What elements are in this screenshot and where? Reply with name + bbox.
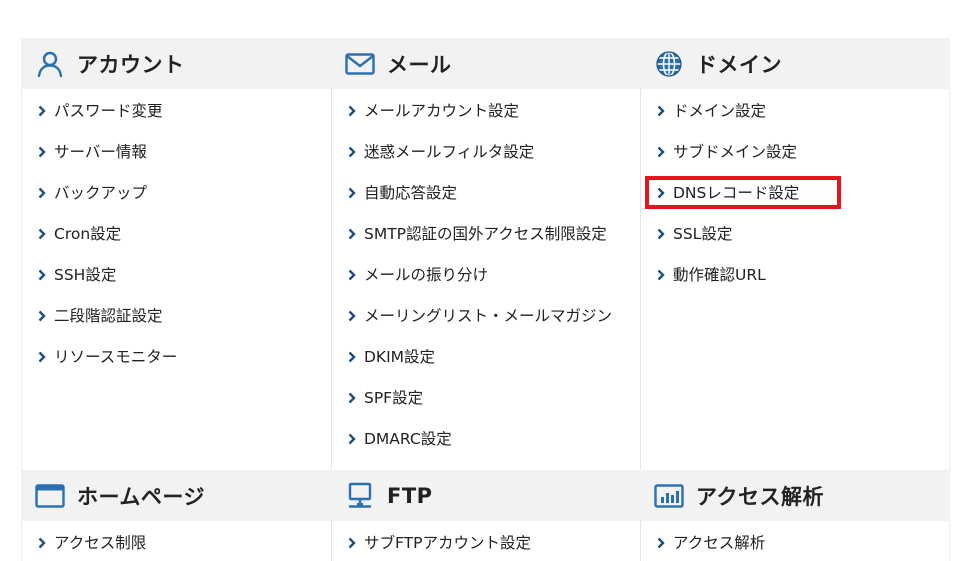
menu-item-label: 二段階認証設定 [54,307,163,325]
globe-icon [654,49,684,79]
menu-item-resource-monitor[interactable]: リソースモニター [22,347,331,388]
menu-item-label: リソースモニター [54,348,178,366]
menu-item-domain-settings[interactable]: ドメイン設定 [641,101,949,142]
section-title-access-analysis: アクセス解析 [696,484,824,509]
bar-chart-icon [654,481,684,511]
menu-item-ssl-settings[interactable]: SSL設定 [641,224,949,265]
menu-item-dmarc-settings[interactable]: DMARC設定 [332,429,640,470]
control-panel-menu: アカウント メール ドメイン パスワード変更 サーバー情報 バックアップ Cro… [21,38,950,561]
menu-item-label: DNSレコード設定 [673,184,800,202]
chevron-right-icon [347,185,357,201]
chevron-right-icon [656,267,666,283]
section-title-mail: メール [387,52,452,77]
chevron-right-icon [37,185,47,201]
menu-item-ssh-settings[interactable]: SSH設定 [22,265,331,306]
domain-menu-list: ドメイン設定 サブドメイン設定 DNSレコード設定 SSL設定 動作確認URL [640,89,950,470]
chevron-right-icon [347,535,357,551]
menu-item-server-info[interactable]: サーバー情報 [22,142,331,183]
section-title-domain: ドメイン [696,52,782,77]
chevron-right-icon [37,308,47,324]
menu-item-label: DKIM設定 [364,348,436,366]
chevron-right-icon [347,267,357,283]
chevron-right-icon [347,390,357,406]
menu-item-label: パスワード変更 [54,102,163,120]
menu-item-label: アクセス制限 [54,534,147,552]
section-title-ftp: FTP [387,483,433,508]
chevron-right-icon [656,103,666,119]
menu-item-label: SPF設定 [364,389,424,407]
user-icon [35,49,65,79]
menu-item-smtp-foreign-access[interactable]: SMTP認証の国外アクセス制限設定 [332,224,640,265]
section-header-domain: ドメイン [640,38,950,89]
menu-item-backup[interactable]: バックアップ [22,183,331,224]
menu-item-label: メールアカウント設定 [364,102,520,120]
menu-item-label: メーリングリスト・メールマガジン [364,307,613,325]
menu-item-cron-settings[interactable]: Cron設定 [22,224,331,265]
menu-item-spam-filter[interactable]: 迷惑メールフィルタ設定 [332,142,640,183]
envelope-icon [345,49,375,79]
chevron-right-icon [37,144,47,160]
section-header-ftp: FTP [331,470,640,521]
menu-item-label: バックアップ [54,184,148,202]
chevron-right-icon [347,144,357,160]
menu-item-mail-account-settings[interactable]: メールアカウント設定 [332,101,640,142]
chevron-right-icon [656,185,666,201]
chevron-right-icon [37,103,47,119]
chevron-right-icon [37,349,47,365]
menu-item-label: メールの振り分け [364,266,489,284]
menu-item-label: サーバー情報 [54,143,147,161]
section-title-account: アカウント [77,52,185,77]
menu-item-label: DMARC設定 [364,430,452,448]
menu-item-sub-ftp-account[interactable]: サブFTPアカウント設定 [332,533,640,561]
menu-item-auto-reply[interactable]: 自動応答設定 [332,183,640,224]
monitor-icon [345,481,375,511]
menu-item-label: 動作確認URL [673,266,766,284]
mail-menu-list: メールアカウント設定 迷惑メールフィルタ設定 自動応答設定 SMTP認証の国外ア… [331,89,640,470]
menu-item-label: アクセス解析 [673,534,766,552]
section-header-homepage: ホームページ [21,470,331,521]
chevron-right-icon [656,535,666,551]
access-analysis-menu-list: アクセス解析 [640,521,950,561]
account-menu-list: パスワード変更 サーバー情報 バックアップ Cron設定 SSH設定 二段階認証… [21,89,331,470]
chevron-right-icon [347,308,357,324]
menu-item-mailing-list[interactable]: メーリングリスト・メールマガジン [332,306,640,347]
menu-item-test-url[interactable]: 動作確認URL [641,265,949,306]
homepage-menu-list: アクセス制限 [21,521,331,561]
menu-item-label: ドメイン設定 [673,102,767,120]
chevron-right-icon [37,267,47,283]
menu-item-label: サブドメイン設定 [673,143,798,161]
menu-item-label: SSL設定 [673,225,733,243]
menu-item-mail-sorting[interactable]: メールの振り分け [332,265,640,306]
chevron-right-icon [37,226,47,242]
chevron-right-icon [37,535,47,551]
chevron-right-icon [347,431,357,447]
section-header-mail: メール [331,38,640,89]
menu-item-spf-settings[interactable]: SPF設定 [332,388,640,429]
section-header-account: アカウント [21,38,331,89]
chevron-right-icon [347,103,357,119]
menu-item-label: 自動応答設定 [364,184,458,202]
ftp-menu-list: サブFTPアカウント設定 [331,521,640,561]
menu-item-dns-record-settings[interactable]: DNSレコード設定 [641,176,949,224]
chevron-right-icon [656,144,666,160]
menu-item-label: サブFTPアカウント設定 [364,534,531,552]
chevron-right-icon [347,349,357,365]
menu-item-two-factor-auth[interactable]: 二段階認証設定 [22,306,331,347]
menu-item-label: SSH設定 [54,266,117,284]
chevron-right-icon [347,226,357,242]
browser-window-icon [35,481,65,511]
menu-item-label: 迷惑メールフィルタ設定 [364,143,535,161]
menu-item-label: SMTP認証の国外アクセス制限設定 [364,225,607,243]
menu-item-label: Cron設定 [54,225,122,243]
menu-item-access-analysis[interactable]: アクセス解析 [641,533,949,561]
menu-item-password-change[interactable]: パスワード変更 [22,101,331,142]
section-title-homepage: ホームページ [77,484,205,509]
menu-item-access-restriction[interactable]: アクセス制限 [22,533,331,561]
chevron-right-icon [656,226,666,242]
menu-item-dkim-settings[interactable]: DKIM設定 [332,347,640,388]
section-header-access-analysis: アクセス解析 [640,470,950,521]
